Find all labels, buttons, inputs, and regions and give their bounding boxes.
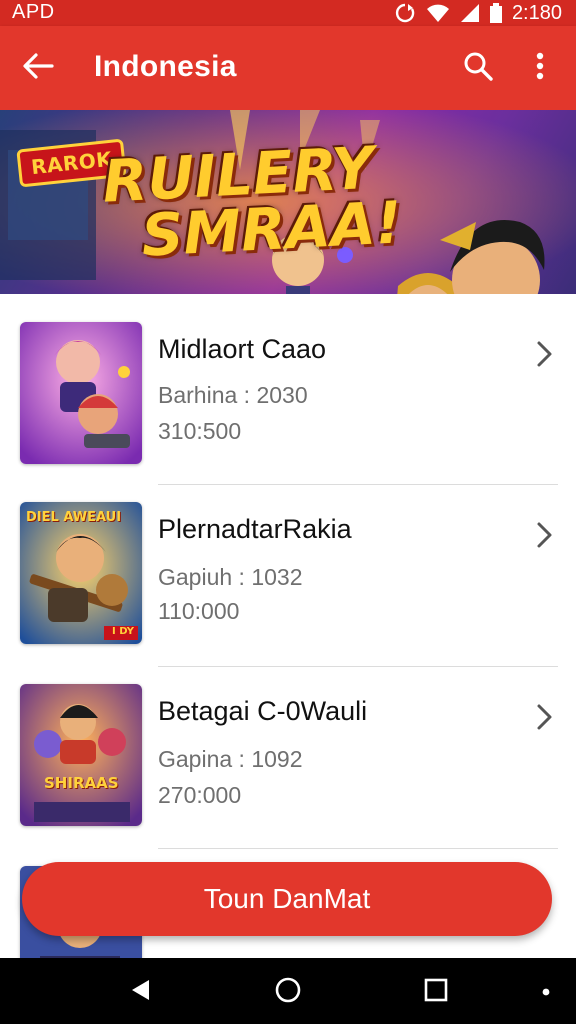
list-item[interactable]: SHIRAAS Betagai C-0Wauli Gapina : 1092 2… bbox=[0, 658, 576, 849]
item-subtitle: Gapiuh : 1032 bbox=[158, 564, 303, 590]
back-button[interactable] bbox=[18, 48, 58, 88]
search-button[interactable] bbox=[458, 48, 498, 88]
page-title: Indonesia bbox=[94, 50, 237, 83]
sync-icon bbox=[394, 2, 416, 24]
nav-home-button[interactable] bbox=[270, 974, 306, 1010]
status-icons: 2:180 bbox=[394, 1, 562, 25]
more-options-button[interactable] bbox=[522, 48, 558, 88]
item-title: Midlaort Caao bbox=[158, 334, 327, 364]
system-nav-bar bbox=[0, 958, 576, 1024]
list-item[interactable]: Midlaort Caao Barhina : 2030 310:500 bbox=[0, 294, 576, 485]
nav-recents-button[interactable] bbox=[418, 974, 454, 1010]
item-title: Betagai C-0Wauli bbox=[158, 696, 368, 726]
item-count: 110:000 bbox=[158, 598, 240, 624]
item-count: 310:500 bbox=[158, 418, 242, 444]
thumbnail-label: SHIRAAS bbox=[44, 774, 119, 792]
home-circle-icon bbox=[274, 976, 302, 1009]
item-count: 270:000 bbox=[158, 782, 242, 808]
back-arrow-icon bbox=[22, 52, 54, 85]
more-vert-icon bbox=[536, 52, 544, 85]
item-thumbnail bbox=[20, 322, 142, 464]
thumbnail-label: DIEL AWEAUI bbox=[26, 510, 122, 525]
app-bar: Indonesia bbox=[0, 26, 576, 110]
dot-icon bbox=[542, 983, 550, 1001]
clock: 2:180 bbox=[511, 1, 562, 24]
item-subtitle: Gapina : 1092 bbox=[158, 746, 303, 772]
item-title: PlernadtarRakia bbox=[158, 514, 352, 544]
promo-banner[interactable]: RAROK RUILERY SMRAA! bbox=[0, 110, 576, 294]
back-triangle-icon bbox=[129, 978, 151, 1007]
chevron-right-icon bbox=[537, 522, 552, 548]
search-icon bbox=[463, 51, 493, 86]
chevron-right-icon bbox=[537, 704, 552, 730]
signal-icon bbox=[460, 3, 480, 23]
recents-square-icon bbox=[424, 978, 448, 1007]
primary-action-button[interactable]: Toun DanMat bbox=[22, 862, 552, 936]
carrier-label: APD bbox=[12, 1, 55, 23]
battery-icon bbox=[489, 3, 502, 23]
item-thumbnail: SHIRAAS bbox=[20, 684, 142, 826]
wifi-icon bbox=[426, 3, 450, 23]
thumbnail-label: I DY bbox=[112, 626, 135, 637]
item-thumbnail: DIEL AWEAUI I DY bbox=[20, 502, 142, 644]
status-bar: APD 2:180 bbox=[0, 0, 576, 26]
chevron-right-icon bbox=[537, 341, 552, 367]
primary-action-label: Toun DanMat bbox=[203, 883, 371, 914]
banner-title-line2: SMRAA! bbox=[139, 188, 404, 270]
list-item[interactable]: DIEL AWEAUI I DY PlernadtarRakia Gapiuh … bbox=[0, 476, 576, 667]
nav-back-button[interactable] bbox=[122, 974, 158, 1010]
item-subtitle: Barhina : 2030 bbox=[158, 382, 308, 408]
nav-extra-button[interactable] bbox=[528, 974, 564, 1010]
banner-title: RUILERY SMRAA! bbox=[101, 134, 404, 270]
